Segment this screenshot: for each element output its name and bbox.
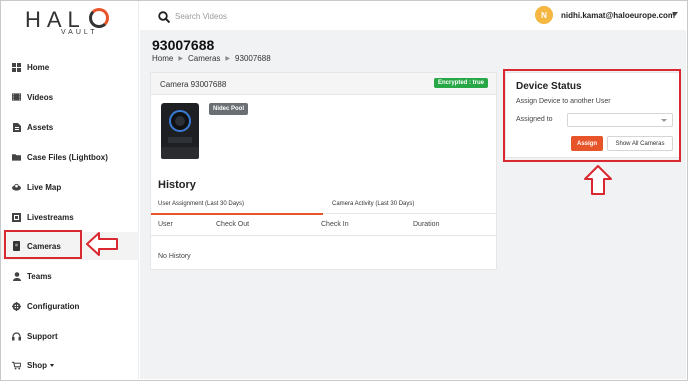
sidebar-item-label: Videos (27, 92, 54, 102)
sidebar-item-label: Configuration (27, 301, 80, 311)
sidebar-item-label: Home (27, 62, 50, 72)
page-title: 93007688 (152, 37, 215, 53)
sidebar-item-live-map[interactable]: Live Map (1, 173, 139, 201)
livestream-icon (12, 212, 21, 222)
pool-badge: Nidec Pool (209, 103, 249, 115)
document-icon (12, 122, 21, 132)
history-table-header: User Check Out Check In Duration (151, 214, 496, 236)
cart-icon (12, 361, 21, 370)
empty-history-message: No History (158, 253, 191, 260)
avatar[interactable]: N (535, 6, 553, 24)
sidebar: HAL VAULT Home Videos Assets Case Files … (1, 1, 139, 379)
tab-camera-activity[interactable]: Camera Activity (Last 30 Days) (332, 201, 414, 207)
map-icon (12, 183, 21, 192)
sidebar-item-livestreams[interactable]: Livestreams (1, 203, 139, 231)
camera-card-title: Camera 93007688 (160, 80, 227, 89)
user-email[interactable]: nidhi.kamat@haloeurope.com (561, 11, 675, 20)
user-menu-chevron-down-icon[interactable] (672, 12, 678, 16)
search-input[interactable] (175, 8, 415, 24)
history-title: History (158, 179, 196, 191)
sidebar-item-label: Livestreams (27, 212, 74, 222)
tab-user-assignment[interactable]: User Assignment (Last 30 Days) (158, 201, 244, 207)
folder-icon (12, 153, 21, 162)
grid-icon (12, 62, 21, 72)
column-header-check-out: Check Out (216, 221, 250, 228)
camera-card-header: Camera 93007688 Encrypted : true (151, 73, 496, 95)
logo-subtitle: VAULT (61, 29, 98, 36)
camera-card: Camera 93007688 Encrypted : true Nidec P… (150, 72, 497, 270)
column-header-user: User (158, 221, 173, 228)
breadcrumb-separator-icon: ▶ (225, 56, 231, 62)
sidebar-item-label: Live Map (27, 182, 62, 192)
chevron-down-icon (50, 363, 54, 367)
search-icon[interactable] (158, 10, 171, 28)
gear-icon (12, 301, 21, 311)
sidebar-item-label: Shop (27, 360, 47, 370)
sidebar-item-teams[interactable]: Teams (1, 262, 139, 290)
sidebar-item-label: Teams (27, 271, 52, 281)
annotation-box-device-status (503, 69, 681, 162)
sidebar-item-case-files[interactable]: Case Files (Lightbox) (1, 143, 139, 171)
halo-logo[interactable]: HAL VAULT (25, 7, 115, 41)
encrypted-badge: Encrypted : true (433, 78, 488, 88)
column-header-duration: Duration (413, 221, 440, 228)
film-icon (12, 93, 21, 102)
breadcrumb-separator-icon: ▶ (178, 56, 183, 62)
annotation-arrow-up-icon (584, 165, 612, 195)
breadcrumb-cameras[interactable]: Cameras (188, 54, 220, 63)
annotation-box-cameras (4, 230, 82, 259)
sidebar-item-label: Support (27, 331, 58, 341)
sidebar-item-videos[interactable]: Videos (1, 83, 139, 111)
person-icon (12, 271, 21, 281)
breadcrumb-current: 93007688 (235, 54, 271, 63)
breadcrumb: Home ▶ Cameras ▶ 93007688 (152, 54, 271, 63)
breadcrumb-home[interactable]: Home (152, 54, 173, 63)
sidebar-item-label: Case Files (Lightbox) (27, 152, 108, 162)
history-tabs: User Assignment (Last 30 Days) Camera Ac… (151, 197, 496, 215)
sidebar-item-configuration[interactable]: Configuration (1, 292, 139, 320)
sidebar-item-support[interactable]: Support (1, 322, 139, 350)
top-bar: N nidhi.kamat@haloeurope.com (150, 4, 684, 28)
sidebar-item-label: Assets (27, 122, 54, 132)
sidebar-item-shop[interactable]: Shop (1, 351, 139, 379)
logo-ring-icon (89, 8, 109, 28)
body-camera-image (161, 103, 199, 159)
annotation-arrow-left-icon (86, 232, 118, 256)
headset-icon (12, 331, 21, 341)
column-header-check-in: Check In (321, 221, 349, 228)
sidebar-item-home[interactable]: Home (1, 53, 139, 81)
sidebar-item-assets[interactable]: Assets (1, 113, 139, 141)
